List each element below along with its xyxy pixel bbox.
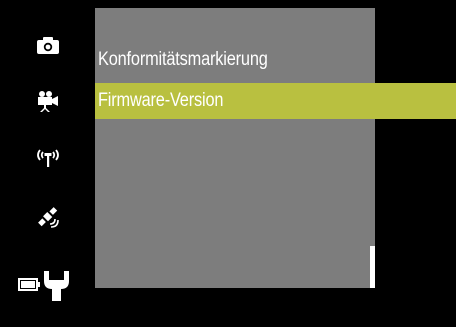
menu-item-firmware-version[interactable]: Firmware-Version: [95, 83, 456, 119]
wireless-icon[interactable]: [0, 132, 95, 182]
menu-item-label: Firmware-Version: [98, 90, 224, 111]
camera-icon[interactable]: [0, 20, 95, 70]
menu-item-label: Konformitätsmarkierung: [98, 49, 268, 70]
scrollbar[interactable]: [370, 8, 375, 288]
scrollbar-thumb[interactable]: [370, 8, 375, 246]
sidebar: [0, 0, 95, 327]
movie-camera-icon[interactable]: [0, 76, 95, 126]
satellite-icon[interactable]: [0, 192, 95, 242]
wrench-icon: [43, 271, 69, 301]
battery-icon: [17, 278, 40, 291]
menu-item-conformity-marking[interactable]: Konformitätsmarkierung: [95, 42, 370, 78]
setup-tab-active[interactable]: [0, 260, 95, 310]
